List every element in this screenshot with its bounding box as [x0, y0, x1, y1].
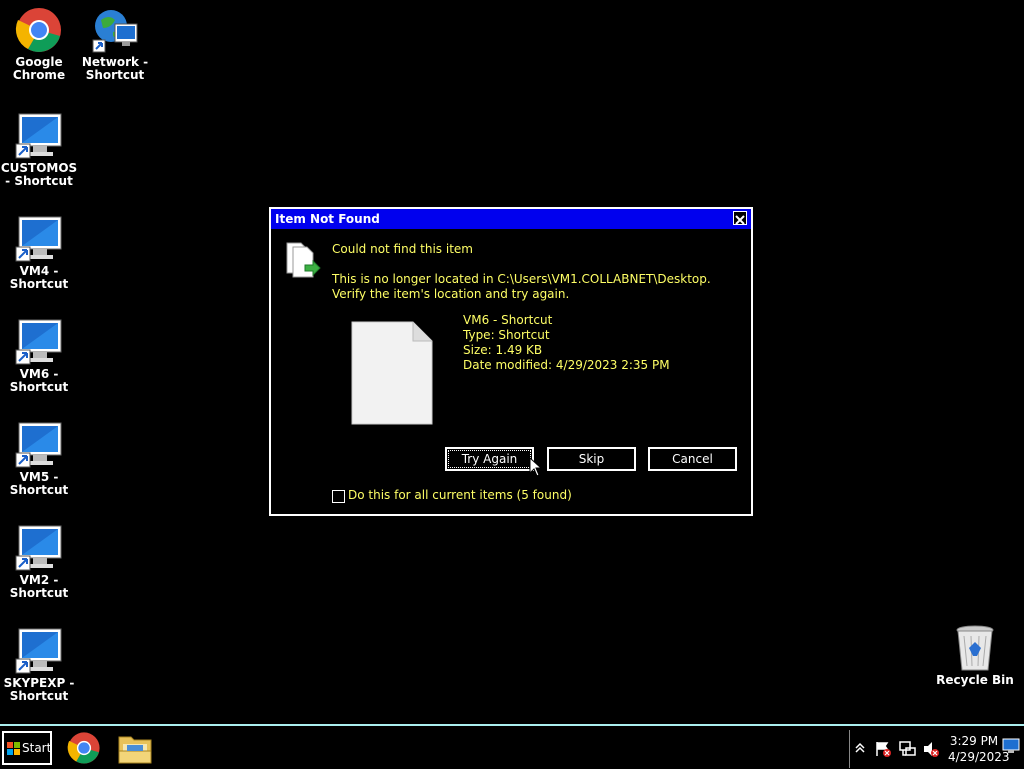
- show-desktop-button[interactable]: [1002, 738, 1020, 754]
- file-explorer-icon: [118, 736, 152, 764]
- mouse-cursor: [529, 456, 543, 477]
- desktop-icon-label: VM4 - Shortcut: [9, 264, 69, 291]
- taskbar-file-explorer-button[interactable]: [117, 731, 153, 765]
- desktop-icon-skypexp-shortcut[interactable]: SKYPEXP - Shortcut: [0, 627, 78, 703]
- desktop-icon-label: Recycle Bin: [936, 673, 1014, 687]
- desktop-icon-google-chrome[interactable]: Google Chrome: [0, 6, 78, 82]
- desktop-icon-label: Google Chrome: [12, 55, 66, 82]
- desktop-icon-vm2-shortcut[interactable]: VM2 - Shortcut: [0, 524, 78, 600]
- monitor-icon: [15, 318, 63, 366]
- item-name: VM6 - Shortcut: [463, 313, 553, 327]
- monitor-icon: [15, 627, 63, 675]
- desktop-icon-label: CUSTOMOS - Shortcut: [0, 161, 78, 188]
- monitor-icon: [15, 421, 63, 469]
- clock-date: 4/29/2023: [948, 750, 1010, 764]
- desktop-icon-label: VM2 - Shortcut: [9, 573, 69, 600]
- chevron-up-icon: [855, 742, 865, 753]
- desktop-icon-customos-shortcut[interactable]: CUSTOMOS - Shortcut: [0, 112, 78, 188]
- item-date-modified: Date modified: 4/29/2023 2:35 PM: [463, 358, 670, 372]
- network-globe-icon: [91, 6, 139, 54]
- monitor-icon: [15, 112, 63, 160]
- desktop-icon-label: VM5 - Shortcut: [9, 470, 69, 497]
- taskbar: Start 3:29 PM 4/29/2023: [0, 724, 1024, 768]
- dialog-title: Item Not Found: [275, 212, 380, 226]
- desktop-icon-vm5-shortcut[interactable]: VM5 - Shortcut: [0, 421, 78, 497]
- monitor-icon: [15, 215, 63, 263]
- taskbar-chrome-button[interactable]: [67, 731, 101, 765]
- desktop-icon-vm6-shortcut[interactable]: VM6 - Shortcut: [0, 318, 78, 394]
- item-size: Size: 1.49 KB: [463, 343, 543, 357]
- windows-logo-icon: [7, 742, 20, 755]
- volume-muted-icon[interactable]: [922, 740, 940, 758]
- try-again-button[interactable]: Try Again: [445, 447, 534, 471]
- file-missing-icon: [285, 241, 321, 279]
- close-button[interactable]: [733, 211, 747, 225]
- item-not-found-dialog: Item Not Found Could not find this item …: [269, 207, 753, 516]
- dialog-titlebar[interactable]: Item Not Found: [271, 209, 751, 229]
- taskbar-clock[interactable]: 3:29 PM 4/29/2023: [948, 733, 1010, 765]
- show-hidden-icons-button[interactable]: [854, 740, 866, 756]
- cancel-button[interactable]: Cancel: [648, 447, 737, 471]
- apply-to-all-label: Do this for all current items (5 found): [348, 488, 572, 502]
- desktop-icon-vm4-shortcut[interactable]: VM4 - Shortcut: [0, 215, 78, 291]
- network-status-icon[interactable]: [898, 740, 916, 758]
- desktop-icon-label: SKYPEXP - Shortcut: [3, 676, 75, 703]
- desktop-icon-label: VM6 - Shortcut: [9, 367, 69, 394]
- recycle-bin-icon: [951, 624, 999, 672]
- monitor-icon: [15, 524, 63, 572]
- desktop-icon-network-shortcut[interactable]: Network - Shortcut: [76, 6, 154, 82]
- desktop-icon: [1002, 738, 1020, 753]
- chrome-icon: [67, 732, 100, 764]
- skip-button[interactable]: Skip: [547, 447, 636, 471]
- dialog-heading: Could not find this item: [332, 242, 473, 256]
- file-thumbnail: [351, 321, 433, 425]
- close-icon: [735, 215, 745, 225]
- apply-to-all-checkbox[interactable]: [332, 490, 345, 503]
- start-button[interactable]: Start: [2, 731, 52, 765]
- dialog-message: This is no longer located in C:\Users\VM…: [332, 272, 711, 301]
- clock-time: 3:29 PM: [949, 734, 999, 748]
- chrome-icon: [15, 6, 63, 54]
- start-label: Start: [22, 741, 52, 755]
- desktop-icon-recycle-bin[interactable]: Recycle Bin: [936, 624, 1014, 687]
- desktop-icon-label: Network - Shortcut: [81, 55, 149, 82]
- action-center-icon[interactable]: [874, 740, 892, 758]
- item-type: Type: Shortcut: [463, 328, 550, 342]
